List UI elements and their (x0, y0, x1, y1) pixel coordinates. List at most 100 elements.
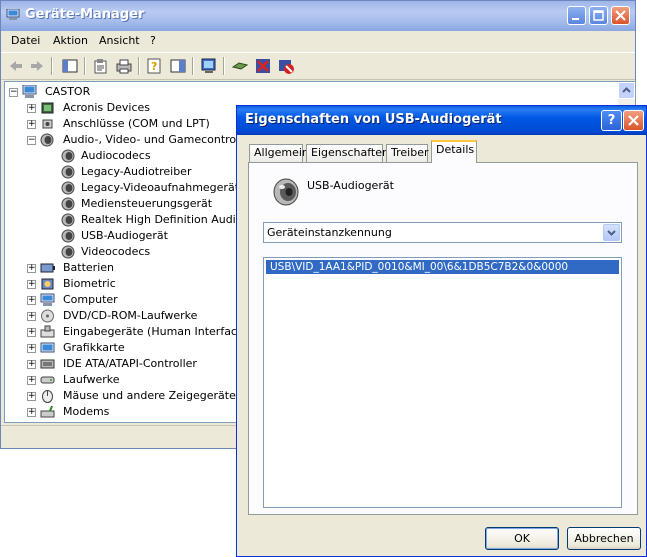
uninstall-icon[interactable] (254, 57, 272, 75)
tree-node-label: Biometric (63, 277, 116, 290)
maximize-icon (593, 10, 604, 21)
speaker-icon (61, 165, 75, 179)
menu-ansicht[interactable]: Ansicht (99, 34, 140, 47)
tab-details[interactable]: Details (431, 140, 477, 163)
ok-button[interactable]: OK (485, 527, 559, 550)
speaker-icon (61, 197, 75, 211)
expand-toggle[interactable]: − (27, 136, 36, 145)
minimize-button[interactable] (567, 6, 586, 25)
print-icon[interactable] (115, 57, 133, 75)
scan-hardware-icon[interactable] (200, 57, 218, 75)
show-hide-tree-icon[interactable] (61, 57, 79, 75)
tab-allgemein[interactable]: Allgemein (249, 144, 309, 162)
tree-child-label: Audiocodecs (81, 149, 151, 162)
menu-help[interactable]: ? (150, 34, 156, 47)
expand-toggle[interactable]: + (27, 104, 36, 113)
ide-controller-icon (40, 359, 55, 369)
tree-child-label: Mediensteuerungsgerät (81, 197, 213, 210)
chip-icon (41, 102, 54, 114)
tree-node-label: Anschlüsse (COM und LPT) (63, 117, 210, 130)
tree-node-label: DVD/CD-ROM-Laufwerke (63, 309, 198, 322)
cancel-button[interactable]: Abbrechen (567, 527, 641, 550)
close-icon (628, 115, 639, 126)
expand-toggle[interactable]: + (27, 376, 36, 385)
disable-device-icon[interactable] (277, 57, 295, 75)
dialog-close-button[interactable] (623, 110, 644, 131)
speaker-icon (61, 229, 75, 243)
tree-node-label: Computer (63, 293, 118, 306)
forward-arrow-icon[interactable] (28, 57, 46, 75)
properties-icon[interactable] (92, 57, 110, 75)
speaker-icon (61, 213, 75, 227)
collapse-toggle[interactable]: − (9, 88, 18, 97)
expand-toggle[interactable]: + (27, 328, 36, 337)
computer-icon (22, 85, 37, 98)
property-dropdown[interactable]: Geräteinstanzkennung (263, 222, 622, 243)
speaker-icon (40, 133, 54, 147)
speaker-icon (61, 245, 75, 259)
svg-text:?: ? (151, 60, 157, 73)
update-driver-icon[interactable] (231, 57, 249, 75)
tab-treiber[interactable]: Treiber (386, 144, 428, 162)
menu-datei[interactable]: Datei (11, 34, 40, 47)
menu-bar: Datei Aktion Ansicht ? (1, 31, 635, 51)
help-icon: ? (607, 113, 616, 128)
back-arrow-icon[interactable] (7, 57, 25, 75)
minimize-icon (572, 18, 579, 20)
menu-aktion[interactable]: Aktion (53, 34, 88, 47)
expand-toggle[interactable]: + (27, 392, 36, 401)
tree-node-label: Eingabegeräte (Human Interface De (63, 325, 263, 338)
help-button[interactable]: ? (601, 110, 622, 131)
main-window-title: Geräte-Manager (25, 7, 145, 22)
expand-toggle[interactable]: + (27, 344, 36, 353)
device-name: USB-Audiogerät (307, 179, 394, 192)
properties-dialog: Eigenschaften von USB-Audiogerät ? Allge… (236, 105, 647, 557)
computer-icon (40, 293, 55, 306)
expand-toggle[interactable]: + (27, 264, 36, 273)
speaker-icon (61, 181, 75, 195)
tree-node-label: Batterien (63, 261, 114, 274)
main-titlebar[interactable]: Geräte-Manager (1, 1, 635, 31)
close-icon (615, 10, 626, 21)
value-row-selected[interactable]: USB\VID_1AA1&PID_0010&MI_00\6&1DB5C7B2&0… (266, 260, 619, 274)
port-icon (42, 119, 53, 129)
toolbar: ? (1, 52, 635, 80)
main-close-button[interactable] (611, 6, 630, 25)
property-dropdown-value: Geräteinstanzkennung (267, 226, 392, 239)
expand-toggle[interactable]: + (27, 360, 36, 369)
dropdown-arrow[interactable] (603, 224, 620, 241)
action-pane-icon[interactable] (169, 57, 187, 75)
speaker-icon (273, 178, 299, 206)
tree-node-label: Acronis Devices (63, 101, 150, 114)
help-icon[interactable]: ? (146, 57, 164, 75)
battery-icon (40, 263, 55, 273)
details-panel: USB-Audiogerät Geräteinstanzkennung USB\… (248, 162, 638, 515)
expand-toggle[interactable]: + (27, 296, 36, 305)
expand-toggle[interactable]: + (27, 280, 36, 289)
value-listbox[interactable]: USB\VID_1AA1&PID_0010&MI_00\6&1DB5C7B2&0… (263, 257, 622, 508)
display-adapter-icon (40, 342, 55, 353)
mouse-icon (42, 390, 53, 403)
cd-drive-icon (41, 309, 54, 323)
tree-child-label: Videocodecs (81, 245, 151, 258)
maximize-button[interactable] (589, 6, 608, 25)
dialog-titlebar[interactable]: Eigenschaften von USB-Audiogerät ? (237, 106, 646, 135)
expand-toggle[interactable]: + (27, 408, 36, 417)
expand-toggle[interactable]: + (27, 312, 36, 321)
tree-node-label: Audio-, Video- und Gamecontroller (63, 133, 254, 146)
tree-node-label: Grafikkarte (63, 341, 125, 354)
scroll-up-button[interactable] (618, 82, 635, 99)
expand-toggle[interactable]: + (27, 120, 36, 129)
computer-icon (6, 9, 20, 20)
tree-root-label: CASTOR (45, 85, 91, 98)
dialog-title: Eigenschaften von USB-Audiogerät (245, 112, 502, 127)
tab-eigenschaften[interactable]: Eigenschaften (306, 144, 389, 162)
tree-node-label: Mäuse und andere Zeigegeräte (63, 389, 236, 402)
speaker-icon (61, 149, 75, 163)
tree-node-label: IDE ATA/ATAPI-Controller (63, 357, 197, 370)
tree-node-label: Modems (63, 405, 110, 418)
tree-node-label: Laufwerke (63, 373, 120, 386)
hid-icon (40, 325, 55, 338)
tree-child-label: Legacy-Videoaufnahmegerät (81, 181, 240, 194)
tree-child-label: USB-Audiogerät (81, 229, 168, 242)
